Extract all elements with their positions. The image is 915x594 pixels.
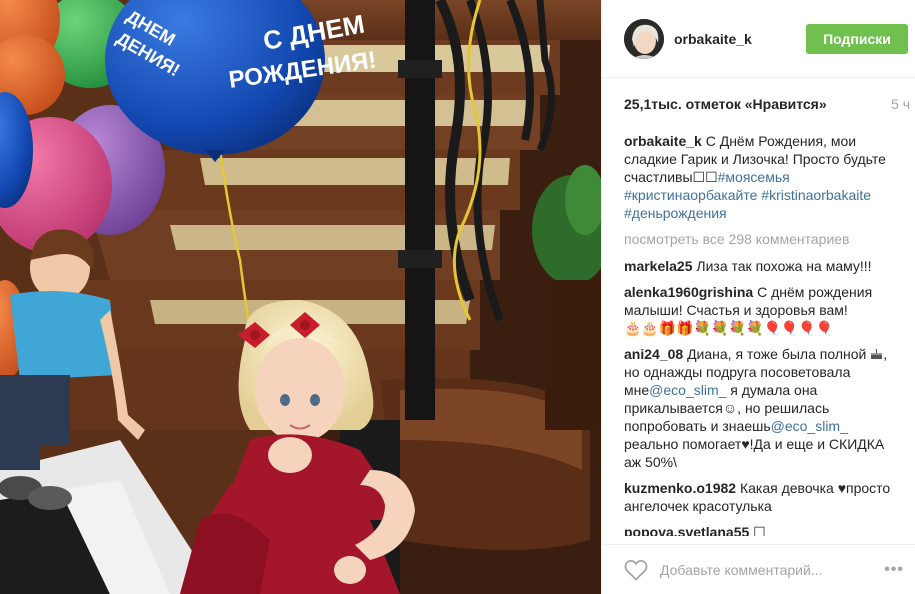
comment-text: Диана, я тоже была полной	[687, 346, 867, 362]
comment-text: Лиза так похожа на маму!!!	[696, 258, 872, 274]
comment-emoji: 🎂🎂🎁🎁💐💐💐💐🎈🎈🎈🎈	[624, 320, 834, 336]
comment-username[interactable]: ani24_08	[624, 346, 683, 362]
post-photo-image: С ДНЕМ РОЖДЕНИЯ! ДНЕМ ДЕНИЯ!	[0, 0, 601, 594]
post-side-panel: orbakaite_k Подписки 25,1тыс. отметок «Н…	[601, 0, 915, 594]
post-photo[interactable]: С ДНЕМ РОЖДЕНИЯ! ДНЕМ ДЕНИЯ!	[0, 0, 601, 594]
hashtag-link[interactable]: #kristinaorbakaite	[761, 187, 871, 203]
comment-text: реально помогает	[624, 436, 742, 452]
caption-emoji: ☐☐	[692, 169, 718, 185]
likes-count[interactable]: 25,1тыс. отметок «Нравится»	[624, 96, 827, 112]
comment-item: ani24_08 Диана, я тоже была полной , но …	[624, 345, 900, 471]
gem-icon: ♥	[741, 436, 750, 452]
comment-username[interactable]: markela25	[624, 258, 693, 274]
comment-item: popova.svetlana55 ☐	[624, 523, 900, 536]
post-header: orbakaite_k Подписки	[602, 0, 915, 78]
likes-row: 25,1тыс. отметок «Нравится» 5 ч	[624, 96, 910, 112]
comment-item: kuzmenko.o1982 Какая девочка ♥просто анг…	[624, 479, 900, 515]
comment-username[interactable]: popova.svetlana55	[624, 524, 749, 536]
more-dots-icon[interactable]: •••	[884, 561, 904, 579]
comment-bar: •••	[602, 544, 915, 594]
heart-icon[interactable]	[624, 559, 648, 581]
cake-icon	[871, 349, 883, 359]
avatar-image	[624, 18, 664, 59]
comment-username[interactable]: kuzmenko.o1982	[624, 480, 736, 496]
username[interactable]: orbakaite_k	[674, 31, 806, 47]
comment-item: markela25 Лиза так похожа на маму!!!	[624, 257, 900, 275]
hashtag-link[interactable]: #моясемья	[718, 169, 790, 185]
comment-text: Какая девочка	[739, 480, 834, 496]
comment-username[interactable]: alenka1960grishina	[624, 284, 753, 300]
comment-text: ☐	[753, 524, 766, 536]
follow-button[interactable]: Подписки	[806, 23, 908, 54]
heart-emoji-icon: ♥	[837, 480, 847, 496]
caption-username[interactable]: orbakaite_k	[624, 133, 702, 149]
mention-link[interactable]: @eco_slim_	[771, 418, 848, 434]
comment-input[interactable]	[660, 561, 885, 578]
smile-icon: ☺	[722, 400, 738, 416]
hashtag-link[interactable]: #кристинаорбакайте	[624, 187, 757, 203]
comments-list: orbakaite_k С Днём Рождения, мои сладкие…	[624, 132, 900, 536]
mention-link[interactable]: @eco_slim_	[649, 382, 726, 398]
view-all-comments-link[interactable]: посмотреть все 298 комментариев	[624, 230, 900, 248]
caption: orbakaite_k С Днём Рождения, мои сладкие…	[624, 132, 900, 222]
avatar[interactable]	[624, 18, 664, 59]
hashtag-link[interactable]: #деньрождения	[624, 205, 727, 221]
post-time[interactable]: 5 ч	[891, 96, 910, 112]
comment-item: alenka1960grishina С днём рождения малыш…	[624, 283, 900, 337]
